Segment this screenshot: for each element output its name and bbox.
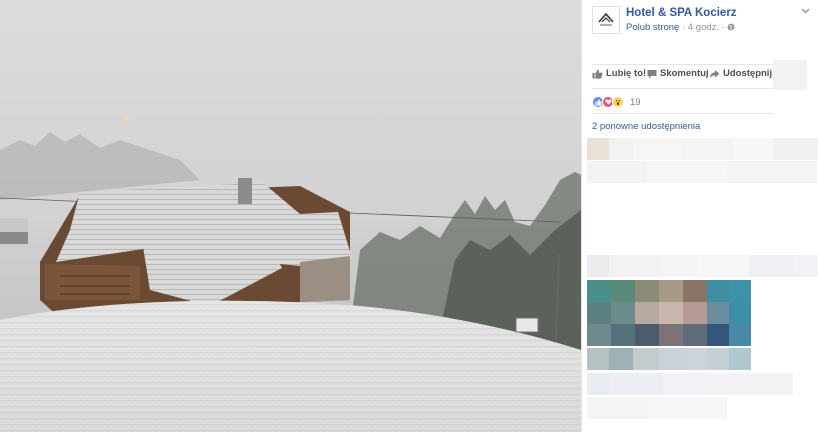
shares-link[interactable]: 2 ponowne udostępnienia xyxy=(592,121,700,132)
divider xyxy=(592,88,774,89)
reaction-count: 19 xyxy=(630,96,641,108)
redacted-share-avatar xyxy=(773,60,807,90)
post-photo[interactable] xyxy=(0,0,581,432)
meta-separator: · xyxy=(721,22,725,33)
page-name-link[interactable]: Hotel & SPA Kocierz xyxy=(626,7,737,19)
like-page-link[interactable]: Polub stronę xyxy=(626,22,679,33)
hotel-logo-icon xyxy=(598,12,614,26)
pixelated-comments-mosaic xyxy=(587,138,818,419)
like-button[interactable]: Lubię to! xyxy=(592,68,646,79)
globe-icon xyxy=(728,23,735,31)
comment-icon xyxy=(647,69,657,78)
share-label: Udostępnij xyxy=(723,68,773,79)
share-button[interactable]: Udostępnij xyxy=(709,68,772,79)
post-meta: Polub stronę · 4 godz. · xyxy=(626,22,735,33)
comment-label: Skomentuj xyxy=(660,68,709,79)
comment-button[interactable]: Skomentuj xyxy=(647,68,709,79)
reactions-summary[interactable]: 19 xyxy=(592,95,641,109)
page-logo[interactable] xyxy=(592,6,620,34)
wow-icon xyxy=(612,96,624,108)
meta-separator: · xyxy=(681,22,686,33)
post-header: Hotel & SPA Kocierz Polub stronę · 4 god… xyxy=(592,6,820,36)
divider xyxy=(592,113,774,114)
like-label: Lubię to! xyxy=(606,68,647,79)
divider xyxy=(592,64,774,65)
snowy-mountain-hotel-photo xyxy=(0,0,581,432)
share-arrow-icon xyxy=(709,69,720,78)
thumbs-up-icon xyxy=(592,69,603,79)
post-timestamp[interactable]: 4 godz. xyxy=(688,22,719,33)
redacted-comments-area xyxy=(582,135,820,432)
post-options-chevron-icon[interactable] xyxy=(801,6,810,17)
